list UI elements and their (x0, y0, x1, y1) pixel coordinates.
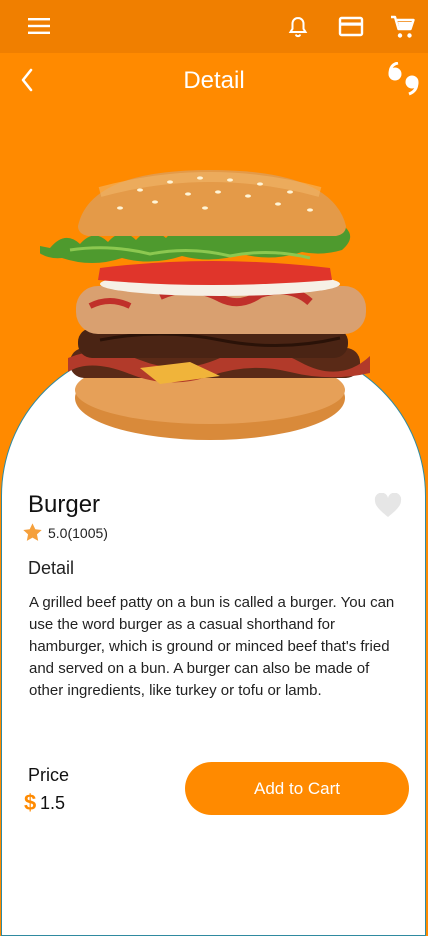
credit-card-icon[interactable] (338, 15, 364, 39)
shopping-cart-icon[interactable] (390, 14, 416, 40)
page-title: Detail (183, 67, 245, 94)
star-icon (23, 523, 42, 541)
detail-heading: Detail (28, 558, 75, 578)
top-app-bar (0, 0, 428, 53)
burger-image (40, 170, 370, 440)
add-to-cart-button[interactable]: Add to Cart (185, 762, 409, 815)
price-label: Price (28, 765, 70, 785)
favorite-heart-icon[interactable] (374, 493, 402, 519)
notification-bell-icon[interactable] (286, 15, 310, 39)
price-value: 1.5 (40, 793, 66, 813)
product-description: A grilled beef patty on a bun is called … (29, 594, 395, 699)
currency-symbol: $ (24, 790, 37, 815)
rating-text: 5.0(1005) (48, 525, 108, 541)
product-name: Burger (28, 491, 101, 518)
quote-icon[interactable] (386, 62, 422, 96)
hamburger-menu-icon[interactable] (28, 17, 50, 35)
